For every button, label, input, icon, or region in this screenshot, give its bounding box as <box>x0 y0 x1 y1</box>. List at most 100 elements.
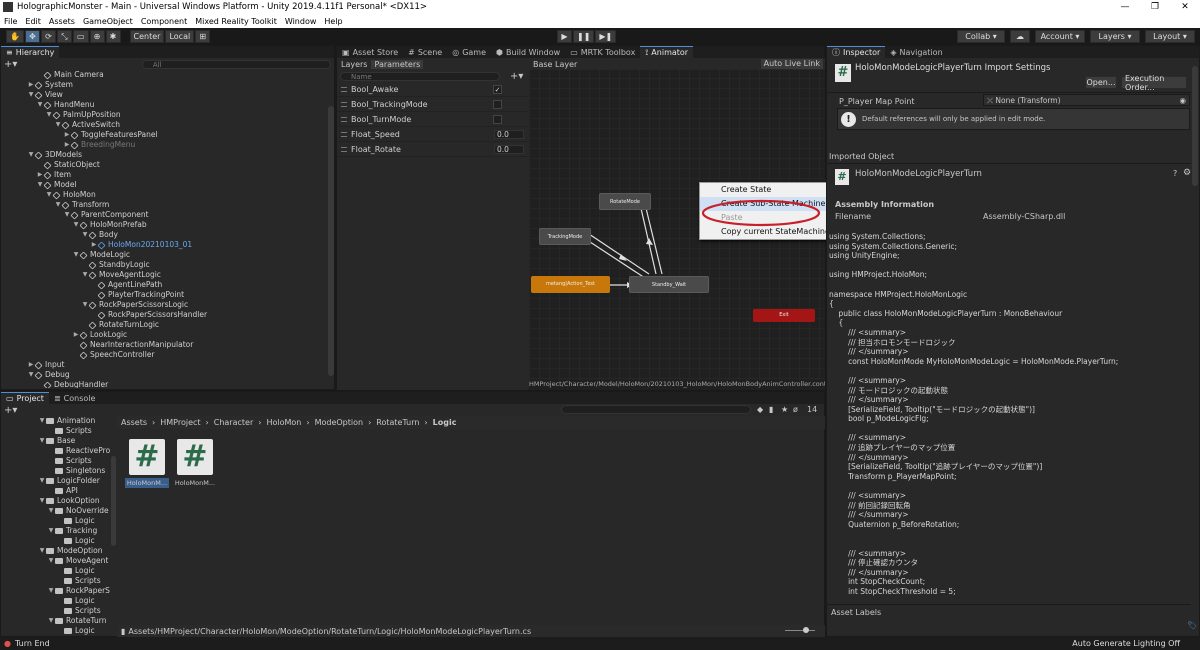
ctx-create-state[interactable]: Create State› <box>700 183 841 197</box>
project-search-input[interactable] <box>561 405 751 414</box>
folder-expand-icon[interactable]: ▼ <box>38 436 46 446</box>
state-rotate-mode[interactable]: RotateMode <box>599 193 651 210</box>
tab-navigation[interactable]: ◈ Navigation <box>885 46 947 58</box>
inspector-scrollbar[interactable] <box>1192 66 1198 186</box>
pivot-local-button[interactable]: Local <box>165 30 195 43</box>
execution-order-button[interactable]: Execution Order... <box>1121 74 1187 92</box>
breadcrumb-item[interactable]: Assets <box>121 418 147 427</box>
slider-handle[interactable] <box>803 627 809 633</box>
minimize-button[interactable]: — <box>1110 0 1140 14</box>
hand-tool-button[interactable]: ✋ <box>6 30 24 43</box>
drag-handle-icon[interactable] <box>341 131 347 137</box>
project-folder-item[interactable]: ▼ Base <box>1 436 113 446</box>
center-tab-4[interactable]: ▭ MRTK Toolbox <box>565 46 640 58</box>
layers-button[interactable]: Layers ▾ <box>1090 30 1140 43</box>
tab-console[interactable]: ≣ Console <box>49 392 100 404</box>
parameter-checkbox[interactable] <box>493 115 502 124</box>
folder-expand-icon[interactable]: ▼ <box>38 416 46 426</box>
hierarchy-item[interactable]: ▼ RockPaperScissorsLogic <box>9 300 334 310</box>
state-entry-action-test[interactable]: metang|Action_Test <box>531 276 610 293</box>
hierarchy-item[interactable]: ▼ ActiveSwitch <box>9 120 334 130</box>
parameter-row[interactable]: Bool_Awake ✓ <box>337 82 528 97</box>
project-folder-item[interactable]: ▼ Tracking <box>1 526 113 536</box>
hierarchy-item[interactable]: RotateTurnLogic <box>9 320 334 330</box>
folder-expand-icon[interactable]: ▼ <box>47 616 55 626</box>
hierarchy-item[interactable]: ▼ PalmUpPosition <box>9 110 334 120</box>
center-tab-3[interactable]: ⬢ Build Window <box>491 46 565 58</box>
script-file-icon-1[interactable]: # <box>129 439 165 475</box>
tab-project[interactable]: ▭ Project <box>1 392 49 404</box>
folder-expand-icon[interactable]: ▼ <box>38 476 46 486</box>
parameter-row[interactable]: Float_Speed 0.0 <box>337 127 528 142</box>
menu-gameobject[interactable]: GameObject <box>79 17 137 26</box>
hierarchy-item[interactable]: ▶ Input <box>9 360 334 370</box>
drag-handle-icon[interactable] <box>341 116 347 122</box>
parameter-checkbox[interactable]: ✓ <box>493 85 502 94</box>
transform-tool-button[interactable]: ⊕ <box>89 30 105 43</box>
center-tab-0[interactable]: ▣ Asset Store <box>337 46 403 58</box>
hierarchy-item[interactable]: ▼ Body <box>9 230 334 240</box>
breadcrumb-item[interactable]: Logic <box>433 418 457 427</box>
hierarchy-item[interactable]: ▼ HoloMonPrefab <box>9 220 334 230</box>
hierarchy-item[interactable]: NearInteractionManipulator <box>9 340 334 350</box>
parameters-tab[interactable]: Parameters <box>371 59 424 69</box>
folder-expand-icon[interactable]: ▼ <box>47 586 55 596</box>
state-standby-wait[interactable]: Standby_Wait <box>629 276 709 293</box>
folder-expand-icon[interactable]: ▼ <box>47 506 55 516</box>
project-folder-item[interactable]: Scripts <box>1 426 113 436</box>
layers-tab[interactable]: Layers <box>337 60 371 69</box>
hierarchy-item[interactable]: ▶ LookLogic <box>9 330 334 340</box>
project-folder-item[interactable]: Scripts <box>1 576 113 586</box>
menu-assets[interactable]: Assets <box>45 17 79 26</box>
create-plus-icon[interactable]: +▾ <box>4 59 22 70</box>
menu-file[interactable]: File <box>0 17 21 26</box>
hierarchy-item[interactable]: ▶ HoloMon20210103_01 <box>9 240 334 250</box>
parameter-value-field[interactable]: 0.0 <box>494 130 524 139</box>
rect-tool-button[interactable]: ▭ <box>72 30 89 43</box>
drag-handle-icon[interactable] <box>341 101 347 107</box>
file-label-2[interactable]: HoloMonM... <box>173 478 217 488</box>
project-folder-item[interactable]: Logic <box>1 566 113 576</box>
filter-type-icon[interactable]: ◆ <box>757 405 763 414</box>
add-param-icon[interactable]: +▾ <box>510 71 523 82</box>
layout-button[interactable]: Layout ▾ <box>1145 30 1195 43</box>
hierarchy-item[interactable]: ▼ ParentComponent <box>9 210 334 220</box>
param-search-input[interactable]: Name <box>340 71 500 81</box>
folder-expand-icon[interactable]: ▼ <box>38 546 46 556</box>
parameter-checkbox[interactable] <box>493 100 502 109</box>
breadcrumb-item[interactable]: Character <box>214 418 254 427</box>
hierarchy-item[interactable]: ▼ View <box>9 90 334 100</box>
project-folder-item[interactable]: Scripts <box>1 456 113 466</box>
pivot-center-button[interactable]: Center <box>129 30 165 43</box>
hierarchy-item[interactable]: StaticObject <box>9 160 334 170</box>
menu-edit[interactable]: Edit <box>21 17 45 26</box>
project-folder-item[interactable]: ▼ MoveAgent <box>1 556 113 566</box>
account-button[interactable]: Account ▾ <box>1035 30 1085 43</box>
center-tab-5[interactable]: ⟟ Animator <box>640 46 694 58</box>
transition-tracking-to-standby-1[interactable] <box>588 233 650 275</box>
project-folder-item[interactable]: ▼ LogicFolder <box>1 476 113 486</box>
menu-component[interactable]: Component <box>137 17 191 26</box>
icon-size-slider[interactable] <box>785 630 815 631</box>
step-button[interactable]: ▶❚ <box>595 30 617 43</box>
collab-button[interactable]: Collab ▾ <box>957 30 1005 43</box>
drag-handle-icon[interactable] <box>341 146 347 152</box>
project-folder-item[interactable]: ▼ RockPaperS <box>1 586 113 596</box>
hierarchy-item[interactable]: SpeechController <box>9 350 334 360</box>
project-folder-item[interactable]: ▼ ModeOption <box>1 546 113 556</box>
breadcrumb-item[interactable]: HoloMon <box>266 418 301 427</box>
filter-label-icon[interactable]: ▮ <box>769 405 773 414</box>
state-exit[interactable]: Exit <box>753 309 815 322</box>
breadcrumb-item[interactable]: RotateTurn <box>376 418 419 427</box>
maximize-button[interactable]: ❐ <box>1140 0 1170 14</box>
hierarchy-item[interactable]: ▶ BreedingMenu <box>9 140 334 150</box>
hierarchy-item[interactable]: ▶ Item <box>9 170 334 180</box>
project-folder-item[interactable]: Logic <box>1 516 113 526</box>
close-button[interactable]: ✕ <box>1170 0 1200 14</box>
project-create-icon[interactable]: +▾ <box>4 405 17 416</box>
menu-window[interactable]: Window <box>281 17 321 26</box>
script-file-icon-2[interactable]: # <box>177 439 213 475</box>
favorite-star-icon[interactable]: ★ <box>781 405 788 414</box>
menu-mrtk[interactable]: Mixed Reality Toolkit <box>191 17 281 26</box>
label-tag-icon[interactable]: 🏷 <box>1187 621 1197 630</box>
